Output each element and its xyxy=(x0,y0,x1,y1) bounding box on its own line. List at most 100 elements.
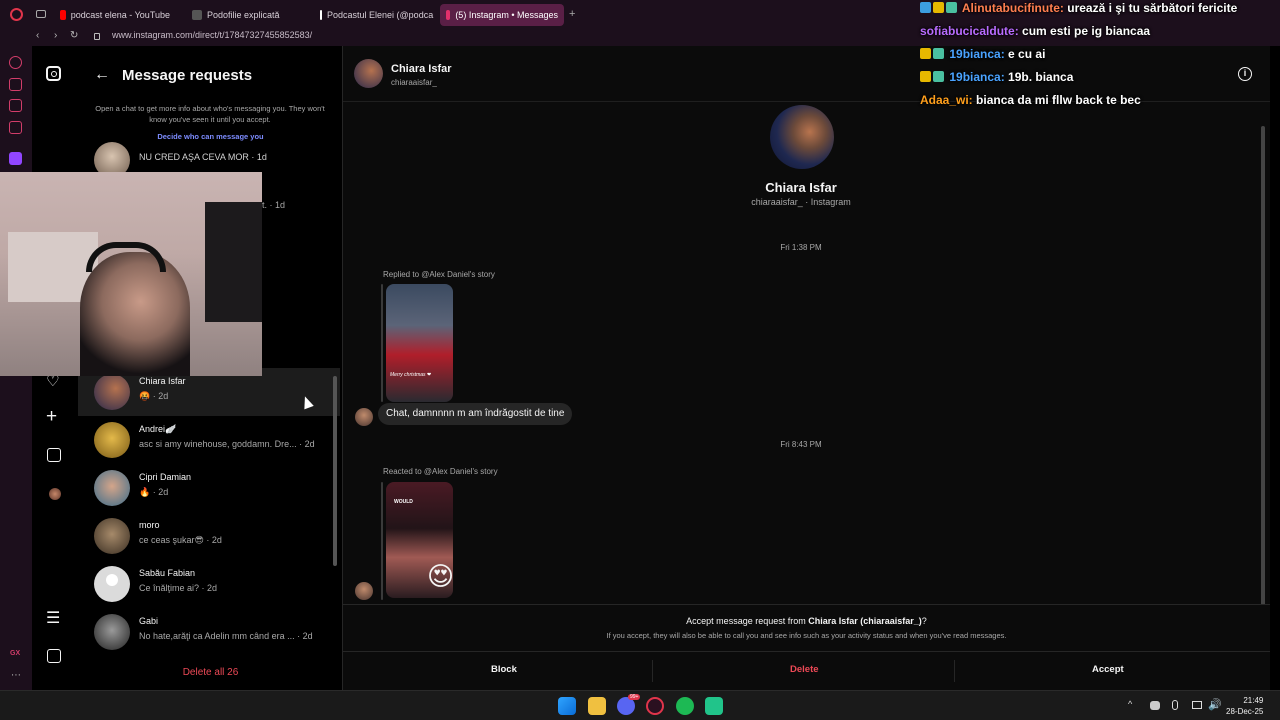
story-caption: WOULD xyxy=(394,499,413,505)
chat-contact-handle: chiaraaisfar_ xyxy=(391,78,437,87)
chat-message: urează i şi tu sărbători fericite xyxy=(1067,1,1238,15)
contact-name: Andrei🪽 xyxy=(139,424,177,434)
chat-username: 19bianca: xyxy=(949,47,1005,61)
mic-icon[interactable] xyxy=(1172,700,1178,710)
create-plus-icon[interactable]: + xyxy=(46,407,57,426)
tray-chevron-icon[interactable]: ^ xyxy=(1128,699,1132,709)
chat-username: 19bianca: xyxy=(949,70,1005,84)
accept-button[interactable]: Accept xyxy=(1092,664,1124,675)
threads-apps-icon[interactable] xyxy=(47,649,61,663)
pinboard-icon[interactable] xyxy=(9,99,22,112)
workspaces-icon[interactable] xyxy=(36,10,46,18)
chat-message: 19b. bianca xyxy=(1008,70,1074,84)
new-tab-button[interactable]: + xyxy=(569,8,575,20)
chat-contact-name[interactable]: Chiara Isfar xyxy=(391,63,452,75)
badge-icon xyxy=(933,71,944,82)
chat-message: e cu ai xyxy=(1008,47,1046,61)
clock-time: 21:49 xyxy=(1243,696,1264,705)
message-preview: Ce înălţime ai? · 2d xyxy=(139,583,218,593)
more-icon[interactable]: ⋯ xyxy=(11,670,21,681)
delete-button[interactable]: Delete xyxy=(790,664,819,675)
list-item-moro[interactable]: moro ce ceas şukar😎 · 2d xyxy=(78,512,340,560)
message-preview: t. · 1d xyxy=(262,200,286,210)
scrollbar[interactable] xyxy=(333,376,337,566)
app-icon[interactable] xyxy=(705,697,723,715)
volume-icon[interactable]: 🔊 xyxy=(1208,698,1222,711)
page-title: Message requests xyxy=(122,66,253,84)
instagram-icon xyxy=(446,10,451,20)
messenger-icon[interactable] xyxy=(9,121,22,134)
back-arrow-icon[interactable]: ← xyxy=(94,66,110,84)
twitch-icon[interactable] xyxy=(9,152,22,165)
conversation-panel: Chiara Isfar chiaraaisfar_ i Chiara Isfa… xyxy=(343,46,1270,690)
network-icon[interactable] xyxy=(1192,701,1202,709)
reply-bar xyxy=(381,284,383,402)
webcam-overlay xyxy=(0,172,262,376)
list-item-cipri[interactable]: Cipri Damian 🔥 · 2d xyxy=(78,464,340,512)
opera-logo-icon[interactable] xyxy=(10,8,23,21)
opera-gx-icon[interactable] xyxy=(646,697,664,715)
story-thumbnail[interactable]: Merry christmas ❤ xyxy=(386,284,453,402)
dashboard-icon[interactable] xyxy=(47,448,61,462)
avatar xyxy=(355,582,373,600)
accept-prefix: Accept message request from xyxy=(686,616,809,626)
accept-name: Chiara Isfar (chiaraaisfar_) xyxy=(808,616,922,626)
tab-podofilie[interactable]: Podofilie explicată xyxy=(186,4,308,26)
accept-request-bar: Accept message request from Chiara Isfar… xyxy=(343,604,1270,690)
badge-icon xyxy=(946,2,957,13)
message-preview: asc si amy winehouse, goddamn. Dre... · … xyxy=(139,439,315,449)
notifications-heart-icon[interactable]: ♡ xyxy=(46,374,59,390)
aria-icon[interactable] xyxy=(9,56,22,69)
list-item-andrei[interactable]: Andrei🪽 asc si amy winehouse, goddamn. D… xyxy=(78,416,340,464)
message-bubble[interactable]: Chat, damnnnn m am îndrăgostit de tine xyxy=(378,403,573,425)
file-explorer-icon[interactable] xyxy=(588,697,606,715)
instagram-logo-icon[interactable] xyxy=(46,66,61,81)
profile-name: Chiara Isfar xyxy=(765,180,837,195)
webcam-headphones xyxy=(86,242,166,272)
tab-youtube[interactable]: podcast elena - YouTube xyxy=(54,4,176,26)
menu-icon[interactable]: ☰ xyxy=(46,611,60,627)
windows-start-icon[interactable] xyxy=(558,697,576,715)
webcam-tv xyxy=(205,202,262,322)
tiktok-icon xyxy=(320,10,322,20)
tab-tiktok[interactable]: Podcastul Elenei (@podca xyxy=(314,4,436,26)
avatar xyxy=(355,408,373,426)
default-avatar-icon xyxy=(106,574,118,586)
scrollbar-thumb[interactable] xyxy=(1261,126,1265,606)
avatar[interactable] xyxy=(354,59,383,88)
profile-avatar[interactable] xyxy=(49,488,61,500)
tab-label: podcast elena - YouTube xyxy=(70,10,170,20)
crown-icon xyxy=(920,48,931,59)
system-clock[interactable]: 21:49 28-Dec-25 xyxy=(1226,695,1263,717)
block-button[interactable]: Block xyxy=(491,664,517,675)
list-item-sabau[interactable]: Sabău Fabian Ce înălţime ai? · 2d xyxy=(78,560,340,608)
message-preview: No hate,arăţi ca Adelin mm când era ... … xyxy=(139,631,313,641)
contact-name: Sabău Fabian xyxy=(139,568,196,578)
chat-line: Alinutabucifinute: urează i şi tu sărbăt… xyxy=(920,1,1237,15)
list-item-gabi[interactable]: Gabi No hate,arăţi ca Adelin mm când era… xyxy=(78,608,340,656)
reload-icon[interactable]: ↻ xyxy=(70,30,78,41)
twitch-chat-overlay: Alinutabucifinute: urează i şi tu sărbăt… xyxy=(920,0,1280,112)
gx-icon[interactable]: GX xyxy=(10,650,20,657)
youtube-icon xyxy=(60,10,66,20)
tab-instagram[interactable]: (5) Instagram • Messages xyxy=(440,4,564,26)
chat-scrollbar[interactable] xyxy=(1260,106,1266,626)
back-icon[interactable]: ‹ xyxy=(36,30,39,41)
contact-name: moro xyxy=(139,520,160,530)
forward-icon[interactable]: › xyxy=(54,30,57,41)
spotify-icon[interactable] xyxy=(676,697,694,715)
url-field[interactable]: www.instagram.com/direct/t/1784732745585… xyxy=(112,30,312,40)
profile-avatar[interactable] xyxy=(770,105,834,169)
divider xyxy=(954,660,955,682)
delete-all-button[interactable]: Delete all 26 xyxy=(78,667,343,678)
chat-line: sofiabucicaldute: cum esti pe ig biancaa xyxy=(920,24,1150,38)
extension-icon[interactable] xyxy=(9,78,22,91)
message-preview: ce ceas şukar😎 · 2d xyxy=(139,535,222,545)
accept-request-note: If you accept, they will also be able to… xyxy=(606,631,1007,640)
message-preview: NU CRED AŞA CEVA MOR · 1d xyxy=(139,152,267,162)
contact-name: Cipri Damian xyxy=(139,472,192,482)
accept-suffix: ? xyxy=(921,616,927,626)
discord-tray-icon[interactable] xyxy=(1150,701,1160,710)
message-preview: 🤬 · 2d xyxy=(139,391,169,401)
reaction-emoji: 😍 xyxy=(427,561,455,591)
